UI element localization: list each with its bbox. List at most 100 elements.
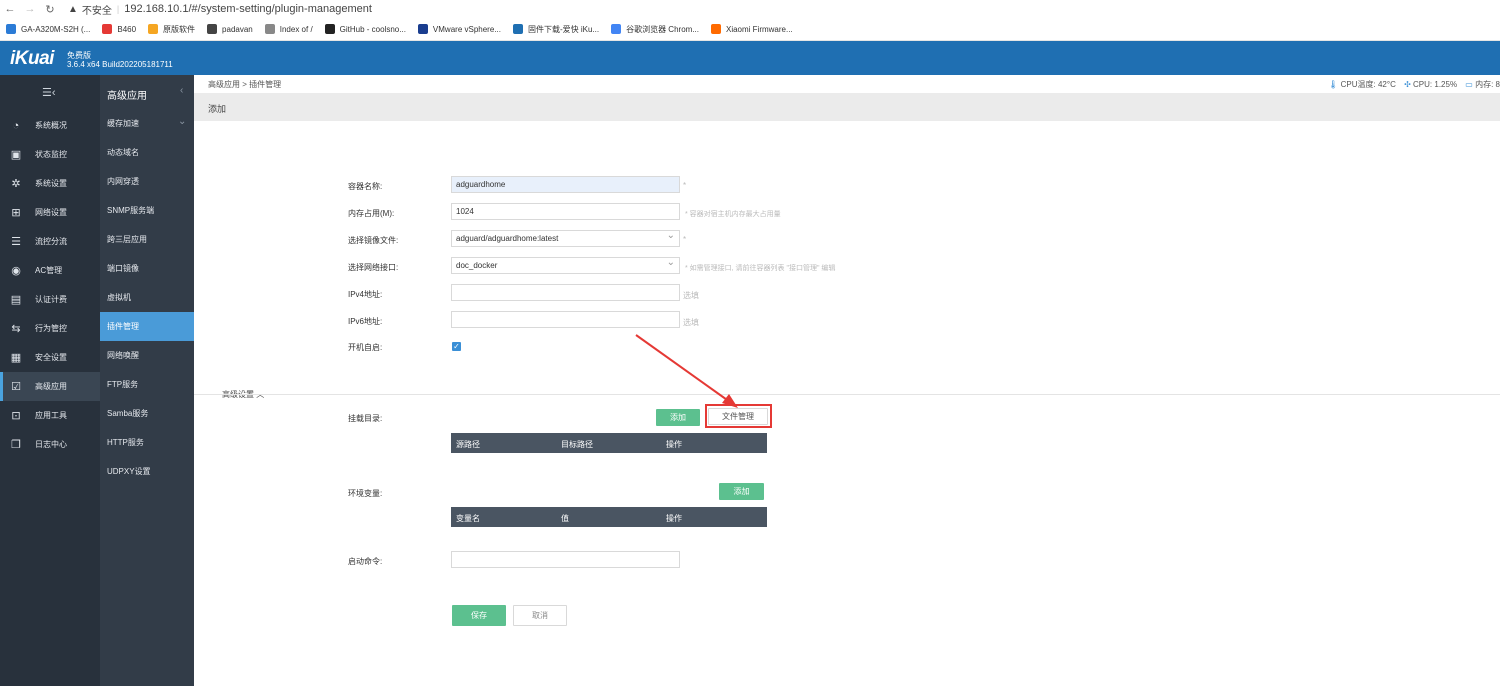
sidebar-item[interactable]: ✲ 系统设置 <box>0 169 100 198</box>
image-select[interactable]: adguard/adguardhome:latest <box>451 228 680 247</box>
image-required: * <box>683 235 687 244</box>
subnav-item[interactable]: UDPXY设置 <box>100 457 194 486</box>
interface-select-value: doc_docker <box>456 261 498 270</box>
command-input[interactable] <box>451 551 680 568</box>
cpu-temp: CPU温度: 42°C <box>1340 80 1396 89</box>
autostart-label: 开机自启: <box>348 343 383 352</box>
subnav-item[interactable]: 插件管理 <box>100 312 194 341</box>
bookmark-item[interactable]: 原版软件 <box>148 24 195 35</box>
sidebar-item[interactable]: ❐ 日志中心 <box>0 430 100 459</box>
bookmark-item[interactable]: Xiaomi Firmware... <box>710 24 793 34</box>
bookmark-favicon-icon <box>148 24 159 34</box>
subnav-item[interactable]: 网络唤醒 <box>100 341 194 370</box>
firewall-icon: ▦ <box>10 352 22 364</box>
reload-icon[interactable]: ↻ <box>40 3 60 16</box>
tab-add[interactable]: 添加 <box>208 102 226 115</box>
subnav-item[interactable]: 跨三层应用 <box>100 225 194 254</box>
sidebar-item[interactable]: ▤ 认证计费 <box>0 285 100 314</box>
subnav-item-label: 缓存加速 <box>107 119 139 128</box>
primary-sidebar: ☰‹ ◔ 系统概况 ▣ 状态监控 ✲ 系统设置 ⊞ 网络设置 ☰ 流控分流 ◉ AC管理 ▤ 认证计费 ⇆ 行… <box>0 75 100 686</box>
env-label: 环境变量: <box>348 489 383 498</box>
memory-icon: ▭ <box>1465 80 1473 89</box>
bookmark-favicon-icon <box>102 24 113 34</box>
sidebar-item[interactable]: ◔ 系统概况 <box>0 111 100 140</box>
version-label: 3.6.4 x64 Build202205181711 <box>67 60 173 69</box>
container-name-input[interactable]: adguardhome <box>451 176 680 193</box>
subnav-item-label: 跨三层应用 <box>107 235 147 244</box>
bookmark-item[interactable]: GitHub - coolsno... <box>324 24 406 34</box>
subnav-item[interactable]: HTTP服务 <box>100 428 194 457</box>
image-select-value: adguard/adguardhome:latest <box>456 234 559 243</box>
subnav-item[interactable]: 内网穿透 <box>100 167 194 196</box>
subnav-item-label: Samba服务 <box>107 409 149 418</box>
subnav-collapse-icon[interactable]: ‹ <box>180 85 183 96</box>
subnav-item-label: 网络唤醒 <box>107 351 139 360</box>
interface-select[interactable]: doc_docker <box>451 255 680 274</box>
subnav-item[interactable]: Samba服务 <box>100 399 194 428</box>
sidebar-item-label: 状态监控 <box>35 150 67 159</box>
bookmark-item[interactable]: B460 <box>102 24 136 34</box>
ipv6-input[interactable] <box>451 311 680 328</box>
memory-label: 内存占用(M): <box>348 209 395 218</box>
subnav-item[interactable]: FTP服务 <box>100 370 194 399</box>
collapse-menu-icon[interactable]: ☰‹ <box>42 86 56 99</box>
sidebar-item[interactable]: ⊞ 网络设置 <box>0 198 100 227</box>
container-name-label: 容器名称: <box>348 182 383 191</box>
sidebar-item-label: 认证计费 <box>35 295 67 304</box>
bookmark-item[interactable]: 固件下载-爱快 iKu... <box>512 24 600 35</box>
bookmark-label: Index of / <box>279 24 313 34</box>
bookmark-label: 固件下载-爱快 iKu... <box>527 24 600 34</box>
memory-input[interactable]: 1024 <box>451 203 680 220</box>
tab-bar: 添加 <box>194 93 1500 121</box>
mount-col-source: 源路径 <box>456 440 480 449</box>
thermometer-icon: 🌡 <box>1328 80 1339 89</box>
memory-usage: 内存: 8 <box>1475 80 1500 89</box>
subnav-item[interactable]: 缓存加速 ⌄ <box>100 109 194 138</box>
sidebar-item[interactable]: ☑ 高级应用 <box>0 372 100 401</box>
secondary-sidebar: 高级应用 ‹ 缓存加速 ⌄ 动态域名 内网穿透 SNMP服务端 跨三层应用 端口镜像 虚拟机插… <box>100 75 194 686</box>
subnav-item[interactable]: 动态域名 <box>100 138 194 167</box>
bookmark-favicon-icon <box>417 24 428 34</box>
browser-address-bar: ← → ↻ ▲ 不安全 | 192.168.10.1/#/system-sett… <box>0 0 1500 18</box>
subnav-item-label: 内网穿透 <box>107 177 139 186</box>
section-divider <box>194 394 1500 395</box>
chevron-down-icon: ⌄ <box>178 116 187 127</box>
id-card-icon: ▤ <box>10 294 22 306</box>
gauge-icon: ◔ <box>12 119 20 132</box>
sidebar-item[interactable]: ⇆ 行为管控 <box>0 314 100 343</box>
bookmark-item[interactable]: GA-A320M-S2H (... <box>6 24 90 34</box>
env-add-button[interactable]: 添加 <box>719 483 764 500</box>
back-icon[interactable]: ← <box>0 3 20 15</box>
mount-table-header: 源路径 目标路径 操作 <box>451 433 767 453</box>
sidebar-item[interactable]: ▦ 安全设置 <box>0 343 100 372</box>
autostart-checkbox[interactable]: ✓ <box>452 342 461 351</box>
subnav-item[interactable]: 虚拟机 <box>100 283 194 312</box>
forward-icon[interactable]: → <box>20 3 40 15</box>
bookmark-item[interactable]: 谷歌浏览器 Chrom... <box>611 24 699 35</box>
subnav-item[interactable]: 端口镜像 <box>100 254 194 283</box>
sidebar-item-label: 流控分流 <box>35 237 67 246</box>
subnav-item[interactable]: SNMP服务端 <box>100 196 194 225</box>
sidebar-item[interactable]: ▣ 状态监控 <box>0 140 100 169</box>
sidebar-item[interactable]: ☰ 流控分流 <box>0 227 100 256</box>
interface-hint: * 如需管理接口, 请前往容器列表 "接口管理" 编辑 <box>685 265 836 272</box>
sidebar-item-label: 日志中心 <box>35 440 67 449</box>
cancel-button[interactable]: 取消 <box>513 605 567 626</box>
save-button[interactable]: 保存 <box>452 605 506 626</box>
url-field[interactable]: 192.168.10.1/#/system-setting/plugin-man… <box>124 3 372 15</box>
bookmark-item[interactable]: VMware vSphere... <box>417 24 501 34</box>
network-icon: ⊞ <box>11 207 21 219</box>
mount-label: 挂载目录: <box>348 414 383 423</box>
bookmark-item[interactable]: Index of / <box>264 24 313 34</box>
sidebar-item[interactable]: ⊡ 应用工具 <box>0 401 100 430</box>
env-col-action: 操作 <box>666 514 682 523</box>
ipv4-input[interactable] <box>451 284 680 301</box>
sliders-icon: ☰ <box>11 236 21 248</box>
command-label: 启动命令: <box>348 557 383 566</box>
log-icon: ❐ <box>11 439 21 451</box>
sidebar-item[interactable]: ◉ AC管理 <box>0 256 100 285</box>
security-warning-icon[interactable]: ▲ <box>68 4 78 15</box>
security-label[interactable]: 不安全 <box>82 2 112 17</box>
bookmark-item[interactable]: padavan <box>207 24 253 34</box>
breadcrumb: 高级应用 > 插件管理 <box>208 80 282 89</box>
